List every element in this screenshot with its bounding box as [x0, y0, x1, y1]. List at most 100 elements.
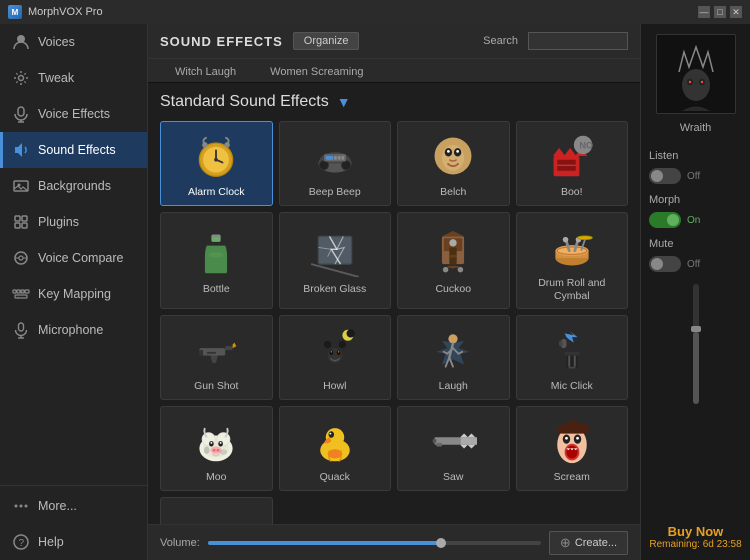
sound-icon-howl	[309, 324, 361, 376]
sound-item-broken-glass[interactable]: Broken Glass	[279, 212, 392, 309]
sound-item-boo[interactable]: NO Boo!	[516, 121, 629, 206]
section-header: Standard Sound Effects ▼	[160, 93, 628, 111]
sidebar-label-more: More...	[38, 499, 77, 513]
sound-effects-icon	[12, 141, 30, 159]
sidebar-item-backgrounds[interactable]: Backgrounds	[0, 168, 147, 204]
listen-toggle[interactable]	[649, 168, 681, 184]
tweak-icon	[12, 69, 30, 87]
morph-toggle[interactable]	[649, 212, 681, 228]
sound-item-drum-roll[interactable]: Drum Roll and Cymbal	[516, 212, 629, 309]
morph-row: Morph	[649, 190, 742, 208]
sidebar-item-voices[interactable]: Voices	[0, 24, 147, 60]
sound-icon-broken-glass	[309, 227, 361, 279]
titlebar-controls[interactable]: — □ ✕	[698, 6, 742, 18]
volume-label: Volume:	[160, 537, 200, 549]
sidebar-bottom: More... ? Help	[0, 483, 147, 560]
listen-label: Listen	[649, 150, 678, 162]
sidebar-item-voice-compare[interactable]: Voice Compare	[0, 240, 147, 276]
sound-label-saw: Saw	[443, 471, 463, 484]
sidebar: Voices Tweak Voice Effects	[0, 24, 148, 560]
buy-now-area: Buy Now Remaining: 6d 23:58	[649, 524, 741, 550]
right-volume-fill	[693, 332, 699, 404]
sidebar-label-voice-effects: Voice Effects	[38, 107, 110, 121]
microphone-icon	[12, 321, 30, 339]
mute-toggle-row: Off	[649, 256, 742, 272]
sound-icon-quack	[309, 415, 361, 467]
sidebar-item-plugins[interactable]: Plugins	[0, 204, 147, 240]
sound-item-saw[interactable]: Saw	[397, 406, 510, 491]
listen-row: Listen	[649, 146, 742, 164]
sidebar-item-tweak[interactable]: Tweak	[0, 60, 147, 96]
sound-icon-gun-shot	[190, 324, 242, 376]
volume-slider[interactable]	[208, 541, 541, 545]
sound-item-mic-click[interactable]: Mic Click	[516, 315, 629, 400]
collapse-icon[interactable]: ▼	[337, 94, 351, 110]
sound-item-bottle[interactable]: Bottle	[160, 212, 273, 309]
controls-area: Listen Off Morph On Mute	[649, 146, 742, 272]
sound-label-quack: Quack	[320, 471, 350, 484]
sidebar-item-voice-effects[interactable]: Voice Effects	[0, 96, 147, 132]
mute-toggle[interactable]	[649, 256, 681, 272]
sidebar-label-voice-compare: Voice Compare	[38, 251, 123, 265]
listen-toggle-row: Off	[649, 168, 742, 184]
close-button[interactable]: ✕	[730, 6, 742, 18]
tab-women-screaming[interactable]: Women Screaming	[255, 60, 378, 83]
sound-item-car[interactable]	[160, 497, 273, 524]
sound-item-beep-beep[interactable]: Beep Beep	[279, 121, 392, 206]
sidebar-item-help[interactable]: ? Help	[0, 524, 147, 560]
voice-compare-icon	[12, 249, 30, 267]
help-icon: ?	[12, 533, 30, 551]
sound-label-bottle: Bottle	[203, 283, 230, 296]
right-volume-track[interactable]	[693, 284, 699, 404]
sound-item-quack[interactable]: Quack	[279, 406, 392, 491]
sound-item-moo[interactable]: Moo	[160, 406, 273, 491]
sidebar-item-sound-effects[interactable]: Sound Effects	[0, 132, 147, 168]
maximize-button[interactable]: □	[714, 6, 726, 18]
sound-label-broken-glass: Broken Glass	[303, 283, 366, 296]
sound-item-belch[interactable]: Belch	[397, 121, 510, 206]
sound-item-howl[interactable]: Howl	[279, 315, 392, 400]
svg-text:S: S	[21, 290, 23, 294]
listen-toggle-thumb	[651, 170, 663, 182]
morph-toggle-thumb	[667, 214, 679, 226]
tabs-bar: Witch Laugh Women Screaming	[148, 59, 640, 83]
sound-icon-beep-beep	[309, 130, 361, 182]
titlebar: M MorphVOX Pro — □ ✕	[0, 0, 750, 24]
avatar-image	[659, 37, 733, 111]
sidebar-label-tweak: Tweak	[38, 71, 74, 85]
mute-state: Off	[687, 259, 700, 270]
sound-item-cuckoo[interactable]: Cuckoo	[397, 212, 510, 309]
sound-label-howl: Howl	[323, 380, 346, 393]
sound-grid: Alarm Clock Beep Beep Belch NO	[160, 121, 628, 524]
svg-text:NO: NO	[579, 141, 593, 151]
minimize-button[interactable]: —	[698, 6, 710, 18]
app-icon: M	[8, 5, 22, 19]
more-icon	[12, 497, 30, 515]
sidebar-item-key-mapping[interactable]: A S Key Mapping	[0, 276, 147, 312]
sound-item-gun-shot[interactable]: Gun Shot	[160, 315, 273, 400]
section-title: Standard Sound Effects	[160, 93, 329, 111]
sound-icon-laugh	[427, 324, 479, 376]
sidebar-divider	[0, 485, 147, 486]
sidebar-item-more[interactable]: More...	[0, 488, 147, 524]
right-volume-thumb[interactable]	[691, 326, 701, 332]
sound-label-moo: Moo	[206, 471, 226, 484]
sidebar-item-microphone[interactable]: Microphone	[0, 312, 147, 348]
sound-icon-cuckoo	[427, 227, 479, 279]
buy-now-text[interactable]: Buy Now	[649, 524, 741, 539]
organize-button[interactable]: Organize	[293, 32, 360, 50]
sidebar-label-key-mapping: Key Mapping	[38, 287, 111, 301]
sound-item-laugh[interactable]: Laugh	[397, 315, 510, 400]
listen-state: Off	[687, 171, 700, 182]
search-input[interactable]	[528, 32, 628, 50]
sidebar-label-plugins: Plugins	[38, 215, 79, 229]
sound-item-scream[interactable]: Scream	[516, 406, 629, 491]
create-button[interactable]: ⊕ Create...	[549, 531, 628, 555]
sound-content[interactable]: Standard Sound Effects ▼ Alarm Clock	[148, 83, 640, 524]
content-header: SOUND EFFECTS Organize Search	[148, 24, 640, 59]
tab-witch-laugh[interactable]: Witch Laugh	[160, 60, 251, 83]
main-layout: Voices Tweak Voice Effects	[0, 24, 750, 560]
sound-icon-drum-roll	[546, 221, 598, 273]
sound-item-alarm-clock[interactable]: Alarm Clock	[160, 121, 273, 206]
volume-thumb[interactable]	[436, 538, 446, 548]
